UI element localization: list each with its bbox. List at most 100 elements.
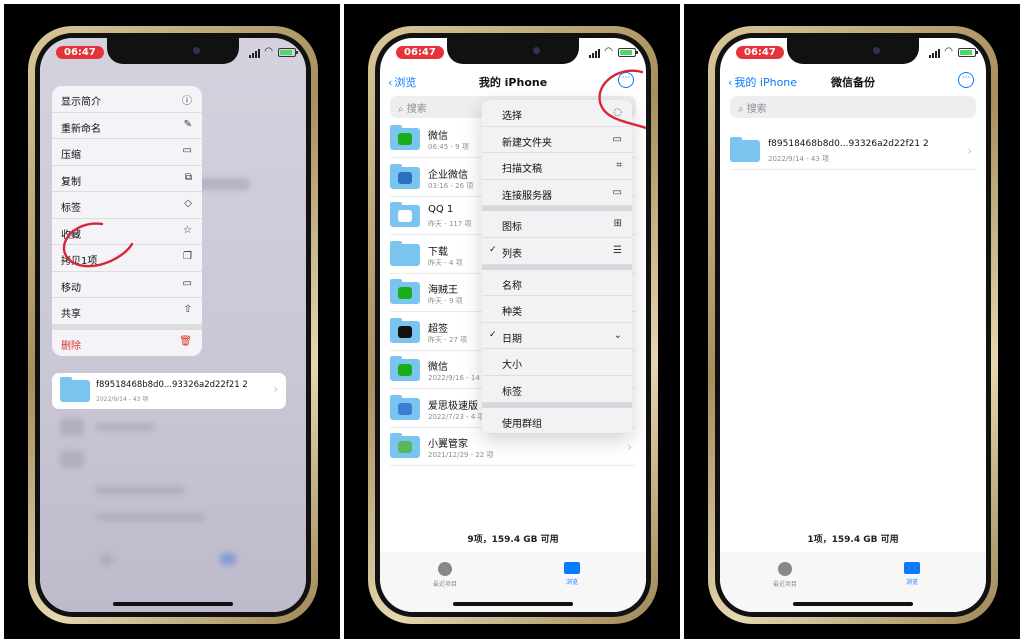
menu-item[interactable]: 共享 ⇧: [52, 298, 202, 325]
folder-icon: [390, 202, 420, 227]
time-pill: 06:47: [736, 46, 784, 59]
menu-item-label: 移动: [61, 282, 81, 294]
file-meta: 昨天 - 4 项: [428, 258, 463, 267]
time-pill: 06:47: [396, 46, 444, 59]
file-meta: 06:45 - 9 项: [428, 143, 469, 151]
wifi-icon: ◠: [604, 46, 613, 57]
folder-icon: [60, 377, 90, 402]
list-item[interactable]: 小翼管家 2021/12/29 - 22 项 ›: [390, 430, 636, 466]
more-options-button[interactable]: ···: [958, 72, 974, 88]
clock-icon: [778, 562, 792, 576]
iphone-frame: 06:47 ◠ 显示简介 ⓘ 重新命名 ✎ 压缩 ▭ 复制 ⧉ 标签 ◇ 收藏 ☆ 拷贝1项 ❐ 移动 ▭ 共享…: [28, 26, 318, 624]
iphone-frame: 06:47 ◠ ‹ 浏览 我的 iPhone ··· ⌕ 搜索 微信 06:45 -…: [368, 26, 658, 624]
dropdown-item[interactable]: 选择 ◌: [482, 100, 632, 127]
menu-icon: ⌄: [613, 329, 622, 341]
dropdown-item[interactable]: 使用群组: [482, 408, 632, 435]
app-badge-icon: [398, 133, 412, 145]
dropdown-item[interactable]: ✓ 日期 ⌄: [482, 323, 632, 350]
file-preview[interactable]: f89518468b8d0...93326a2d22f21 2 2022/9/1…: [52, 373, 286, 409]
copy-icon: ❐: [183, 251, 192, 262]
app-badge-icon: [398, 325, 412, 338]
page-title: 我的 iPhone: [478, 76, 548, 89]
dropdown-item-label: 新建文件夹: [502, 137, 552, 149]
phone-screen: 06:47 ◠ ‹ 浏览 我的 iPhone ··· ⌕ 搜索 微信 06:45 -…: [380, 38, 646, 612]
share-icon: ⇧: [183, 304, 192, 315]
menu-item[interactable]: 删除 🗑: [52, 330, 202, 357]
tab-recents[interactable]: 最近项目: [745, 562, 825, 588]
menu-item-label: 收藏: [61, 229, 81, 241]
menu-icon: ▭: [612, 186, 622, 198]
menu-item[interactable]: 移动 ▭: [52, 272, 202, 298]
file-name: 超签: [428, 323, 448, 335]
file-meta: 2021/12/29 - 22 项: [428, 451, 494, 459]
menu-item[interactable]: 拷贝1项 ❐: [52, 245, 202, 272]
search-input[interactable]: ⌕ 搜索: [730, 96, 976, 118]
app-badge-icon: [398, 402, 412, 415]
menu-item[interactable]: 标签 ◇: [52, 192, 202, 219]
file-meta: 昨天 - 27 项: [428, 335, 468, 344]
file-name: 海贼王: [428, 285, 458, 296]
dropdown-item[interactable]: 名称: [482, 270, 632, 297]
menu-icon: ☰: [613, 244, 622, 256]
menu-item-label: 复制: [61, 176, 81, 188]
clock-icon: [438, 562, 452, 576]
time-pill: 06:47: [56, 46, 104, 59]
folder-icon: [390, 433, 420, 458]
menu-item-label: 删除: [61, 340, 81, 352]
dropdown-item-label: 大小: [502, 360, 522, 372]
menu-item[interactable]: 显示简介 ⓘ: [52, 86, 202, 113]
signal-icon: [929, 49, 940, 58]
archive-icon: ▭: [182, 145, 192, 156]
dropdown-item[interactable]: 标签: [482, 376, 632, 403]
file-meta: 2022/7/23 - 4 项: [428, 412, 485, 421]
storage-summary: 1项，159.4 GB 可用: [807, 535, 899, 545]
menu-item[interactable]: 复制 ⧉: [52, 166, 202, 192]
dropdown-item[interactable]: 连接服务器 ▭: [482, 180, 632, 207]
file-meta: 03:16 - 26 项: [428, 181, 474, 190]
page-title: 微信备份: [831, 76, 875, 89]
phone-screen: 06:47 ◠ ‹ 我的 iPhone 微信备份 ··· ⌕ 搜索 f895184…: [720, 38, 986, 612]
dropdown-item[interactable]: 种类: [482, 296, 632, 323]
nav-bar: ‹ 浏览 我的 iPhone ···: [380, 68, 646, 96]
folder-icon: [904, 562, 920, 574]
panel-more-menu: 06:47 ◠ ‹ 浏览 我的 iPhone ··· ⌕ 搜索 微信 06:45 -…: [344, 4, 680, 639]
chevron-right-icon: ›: [627, 440, 632, 454]
duplicate-icon: ⧉: [184, 171, 192, 183]
file-meta: 2022/9/14 - 43 项: [768, 155, 830, 163]
file-meta: 昨天 - 9 项: [428, 297, 463, 305]
tab-browse[interactable]: 浏览: [872, 562, 952, 586]
trash-icon: 🗑: [179, 335, 192, 347]
panel-wechat-backup: 06:47 ◠ ‹ 我的 iPhone 微信备份 ··· ⌕ 搜索 f895184…: [684, 4, 1020, 639]
dropdown-item[interactable]: 大小: [482, 349, 632, 376]
tab-browse[interactable]: 浏览: [532, 562, 612, 586]
app-badge-icon: [398, 364, 412, 376]
menu-icon: ⊞: [613, 218, 622, 230]
menu-item[interactable]: 重新命名 ✎: [52, 113, 202, 139]
menu-item-label: 显示简介: [61, 97, 101, 108]
dropdown-item[interactable]: 新建文件夹 ▭: [482, 127, 632, 154]
folder-icon: [390, 317, 420, 343]
menu-item[interactable]: 压缩 ▭: [52, 139, 202, 166]
dropdown-item-label: 扫描文稿: [502, 164, 542, 176]
dropdown-item[interactable]: ✓ 列表 ☰: [482, 238, 632, 265]
file-name: f89518468b8d0...93326a2d22f21 2: [768, 139, 929, 149]
dropdown-item-label: 种类: [502, 307, 522, 319]
context-menu: 显示简介 ⓘ 重新命名 ✎ 压缩 ▭ 复制 ⧉ 标签 ◇ 收藏 ☆ 拷贝1项 ❐ 移动 ▭ 共享 ⇧ 删除 🗑: [52, 86, 202, 356]
search-icon: ⌕: [398, 104, 404, 115]
more-options-button[interactable]: ···: [618, 72, 634, 88]
menu-item[interactable]: 收藏 ☆: [52, 219, 202, 245]
dropdown-item-label: 标签: [502, 386, 522, 398]
tab-recents[interactable]: 最近项目: [405, 562, 485, 588]
search-icon: ⌕: [738, 104, 744, 115]
folder-icon: [564, 562, 580, 574]
file-name: 微信: [428, 362, 448, 373]
dropdown-item[interactable]: 扫描文稿 ⌗: [482, 153, 632, 180]
file-name: 小翼管家: [428, 439, 468, 450]
dropdown-item[interactable]: 图标 ⊞: [482, 211, 632, 238]
dropdown-item-label: 日期: [502, 333, 522, 345]
list-item[interactable]: f89518468b8d0...93326a2d22f21 2 2022/9/1…: [730, 134, 976, 170]
menu-item-label: 压缩: [61, 150, 81, 161]
app-badge-icon: [398, 287, 412, 299]
tag-icon: ◇: [184, 198, 192, 209]
checkmark-icon: ✓: [489, 329, 497, 340]
